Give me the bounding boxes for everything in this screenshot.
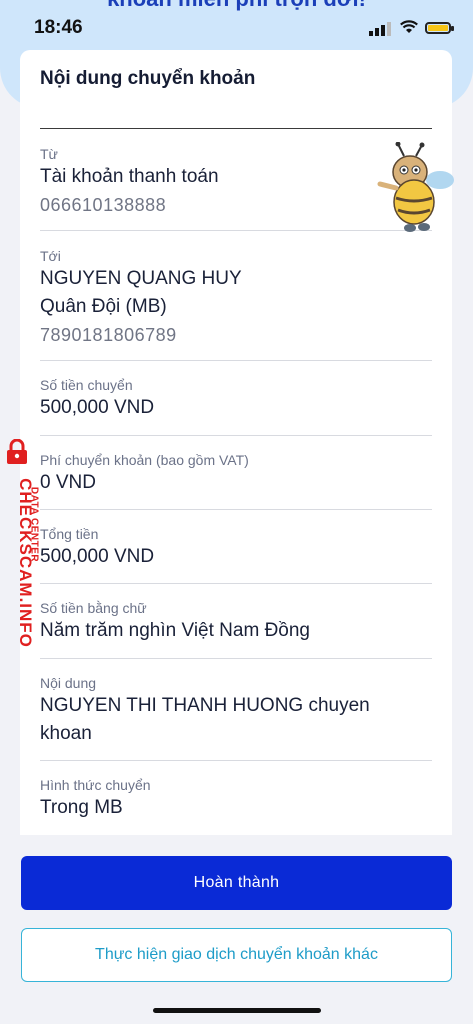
field-label: Tổng tiền bbox=[40, 526, 99, 542]
field-total: Tổng tiền 500,000 VND bbox=[40, 525, 432, 571]
watermark-subtext: DATA CENTER bbox=[28, 486, 40, 563]
cellular-signal-icon bbox=[369, 22, 391, 36]
transfer-details-card: Nội dung chuyển khoản Từ Tài khoản thanh… bbox=[20, 50, 454, 835]
field-transfer-method: Hình thức chuyển Trong MB bbox=[40, 776, 432, 822]
field-to: Tới NGUYEN QUANG HUY Quân Đội (MB) 78901… bbox=[40, 247, 432, 349]
divider bbox=[40, 760, 432, 761]
field-value: 0 VND bbox=[40, 472, 96, 493]
divider bbox=[40, 583, 432, 584]
lock-icon bbox=[7, 439, 27, 464]
promo-banner-text: khoản miễn phí trọn đời! bbox=[0, 0, 473, 12]
wifi-icon bbox=[400, 20, 418, 33]
status-bar: 18:46 bbox=[0, 14, 473, 44]
battery-icon bbox=[425, 22, 454, 34]
field-amount: Số tiền chuyển 500,000 VND bbox=[40, 376, 432, 422]
divider bbox=[40, 360, 432, 361]
watermark: CHECKSCAM.INFO DATA CENTER bbox=[0, 433, 50, 663]
field-label: Hình thức chuyển bbox=[40, 777, 151, 793]
field-content: Nội dung NGUYEN THI THANH HUONG chuyen k… bbox=[40, 674, 432, 748]
title-divider bbox=[40, 128, 432, 129]
field-value: 500,000 VND bbox=[40, 397, 155, 418]
field-label: Số tiền bằng chữ bbox=[40, 600, 147, 616]
home-indicator[interactable] bbox=[153, 1008, 321, 1013]
field-value: NGUYEN THI THANH HUONG chuyen bbox=[40, 695, 370, 716]
field-label: Phí chuyển khoản (bao gồm VAT) bbox=[40, 452, 249, 468]
complete-button[interactable]: Hoàn thành bbox=[21, 856, 452, 910]
field-label: Tới bbox=[40, 248, 61, 264]
new-transfer-button[interactable]: Thực hiện giao dịch chuyển khoản khác bbox=[21, 928, 452, 982]
field-value: Trong MB bbox=[40, 797, 123, 818]
field-fee: Phí chuyển khoản (bao gồm VAT) 0 VND bbox=[40, 451, 432, 497]
divider bbox=[40, 658, 432, 659]
divider bbox=[40, 435, 432, 436]
field-value: Năm trăm nghìn Việt Nam Đồng bbox=[40, 620, 310, 641]
card-title: Nội dung chuyển khoản bbox=[40, 68, 256, 89]
field-label: Nội dung bbox=[40, 675, 97, 691]
recipient-bank: Quân Đội (MB) bbox=[40, 296, 167, 317]
field-value-continued: khoan bbox=[40, 723, 92, 744]
recipient-name: NGUYEN QUANG HUY bbox=[40, 268, 242, 289]
bee-mascot-icon bbox=[377, 142, 454, 232]
field-label: Số tiền chuyển bbox=[40, 377, 133, 393]
status-time: 18:46 bbox=[34, 17, 83, 38]
field-amount-in-words: Số tiền bằng chữ Năm trăm nghìn Việt Nam… bbox=[40, 599, 432, 645]
recipient-account-number: 7890181806789 bbox=[40, 325, 177, 345]
divider bbox=[40, 509, 432, 510]
field-value: 500,000 VND bbox=[40, 546, 155, 567]
